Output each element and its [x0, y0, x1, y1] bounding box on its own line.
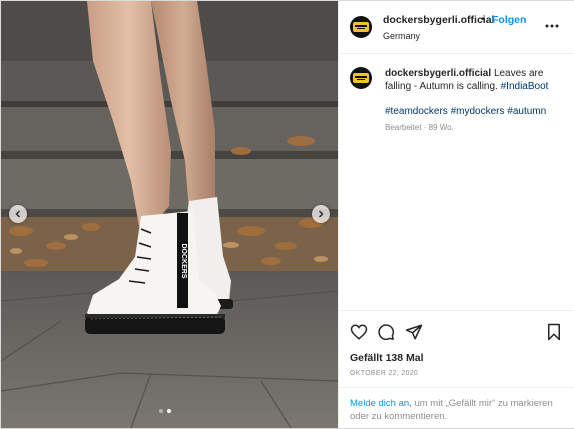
hashtag-link[interactable]: #autumn [507, 106, 546, 117]
slide-indicator [159, 409, 171, 413]
svg-text:DOCKERS: DOCKERS [180, 243, 187, 278]
previous-slide-button[interactable] [9, 205, 27, 223]
chevron-left-icon [15, 210, 20, 218]
username-link[interactable]: dockersbygerli.official [383, 14, 494, 26]
edited-label: Bearbeitet · 89 Wo. [385, 123, 454, 132]
post-window: DOCKERS dockersbygerli.official • Folgen… [0, 0, 574, 429]
post-header: dockersbygerli.official • Folgen Germany [339, 1, 574, 54]
paper-plane-icon[interactable] [405, 323, 423, 341]
hashtag-link[interactable]: #mydockers [451, 106, 505, 117]
login-prompt: Melde dich an, um mit „Gefällt mir“ zu m… [339, 387, 574, 429]
heart-icon[interactable] [350, 323, 368, 341]
more-options-button[interactable] [545, 16, 559, 30]
chevron-right-icon [319, 210, 324, 218]
hashtag-link[interactable]: #teamdockers [385, 106, 448, 117]
slide-dot-active [167, 409, 171, 413]
post-date: OKTOBER 22, 2020 [350, 370, 419, 377]
slide-dot [159, 409, 163, 413]
post-caption: dockersbygerli.official Leaves are falli… [385, 67, 567, 93]
caption-username-link[interactable]: dockersbygerli.official [385, 68, 491, 79]
post-details-panel: dockersbygerli.official • Folgen Germany… [338, 1, 574, 428]
separator-dot: • [481, 14, 485, 25]
more-icon [545, 24, 559, 28]
bookmark-icon[interactable] [545, 323, 563, 341]
post-media[interactable]: DOCKERS [1, 1, 338, 428]
comment-icon[interactable] [377, 323, 395, 341]
login-link[interactable]: Melde dich an, [350, 398, 412, 409]
hashtag-list: #teamdockers #mydockers #autumn [385, 105, 567, 118]
likes-count[interactable]: Gefällt 138 Mal [350, 352, 424, 364]
next-slide-button[interactable] [312, 205, 330, 223]
avatar[interactable] [350, 16, 372, 38]
follow-button[interactable]: Folgen [492, 14, 526, 26]
caption-avatar[interactable] [350, 67, 372, 89]
hashtag-link[interactable]: #IndiaBoot [501, 81, 549, 92]
login-prompt-text: Melde dich an, um mit „Gefällt mir“ zu m… [350, 397, 565, 423]
location-link[interactable]: Germany [383, 31, 420, 41]
post-photo: DOCKERS [1, 1, 338, 428]
